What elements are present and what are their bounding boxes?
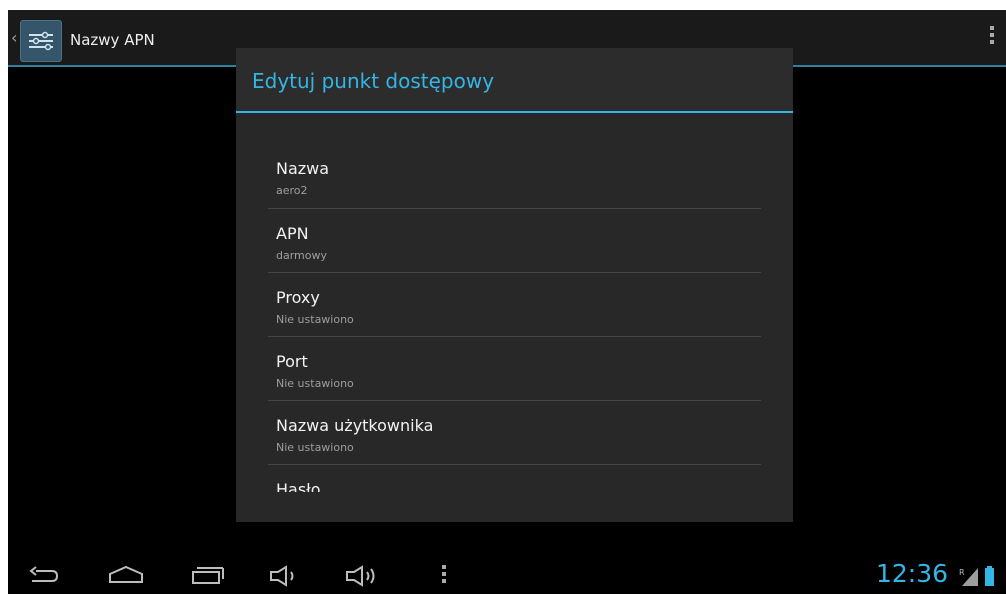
pref-summary: aero2 bbox=[276, 184, 308, 197]
navigation-bar: 12:36 R bbox=[8, 557, 1006, 594]
volume-up-icon[interactable] bbox=[344, 561, 384, 591]
status-icons[interactable]: R bbox=[958, 566, 1002, 592]
recent-apps-icon[interactable] bbox=[188, 561, 228, 591]
clock[interactable]: 12:36 bbox=[876, 559, 948, 588]
dialog-title-divider bbox=[236, 111, 793, 113]
pref-item-apn[interactable]: APN darmowy bbox=[268, 209, 761, 273]
pref-title: Nazwa użytkownika bbox=[276, 416, 434, 435]
pref-title: Port bbox=[276, 352, 308, 371]
pref-item-password[interactable]: Hasło bbox=[268, 465, 761, 492]
pref-title: Nazwa bbox=[276, 159, 330, 178]
dialog-title: Edytuj punkt dostępowy bbox=[252, 69, 495, 93]
volume-down-icon[interactable] bbox=[268, 561, 302, 591]
settings-sliders-icon[interactable] bbox=[20, 20, 62, 62]
pref-title: APN bbox=[276, 224, 309, 243]
pref-item-username[interactable]: Nazwa użytkownika Nie ustawiono bbox=[268, 401, 761, 465]
back-icon[interactable] bbox=[22, 561, 62, 591]
menu-icon[interactable] bbox=[442, 565, 446, 594]
page-title: Nazwy APN bbox=[70, 31, 155, 49]
pref-title: Hasło bbox=[276, 480, 321, 492]
pref-title: Proxy bbox=[276, 288, 320, 307]
up-caret-icon[interactable]: ‹ bbox=[11, 28, 17, 47]
pref-item-port[interactable]: Port Nie ustawiono bbox=[268, 337, 761, 401]
home-icon[interactable] bbox=[104, 561, 148, 591]
apn-settings-list[interactable]: Nazwa aero2 APN darmowy Proxy Nie ustawi… bbox=[268, 144, 761, 492]
edit-apn-dialog: Edytuj punkt dostępowy Nazwa aero2 APN d… bbox=[236, 48, 793, 522]
pref-item-name[interactable]: Nazwa aero2 bbox=[268, 144, 761, 209]
pref-summary: Nie ustawiono bbox=[276, 313, 354, 326]
overflow-menu-icon[interactable] bbox=[990, 26, 994, 47]
pref-summary: Nie ustawiono bbox=[276, 441, 354, 454]
pref-item-proxy[interactable]: Proxy Nie ustawiono bbox=[268, 273, 761, 337]
pref-summary: darmowy bbox=[276, 249, 328, 262]
pref-summary: Nie ustawiono bbox=[276, 377, 354, 390]
dialog-header: Edytuj punkt dostępowy bbox=[236, 48, 793, 113]
roaming-indicator: R bbox=[959, 568, 965, 577]
android-screen: ‹ Nazwy APN Edytuj punkt dostępowy Nazwa… bbox=[8, 10, 1006, 594]
battery-icon bbox=[985, 568, 994, 586]
